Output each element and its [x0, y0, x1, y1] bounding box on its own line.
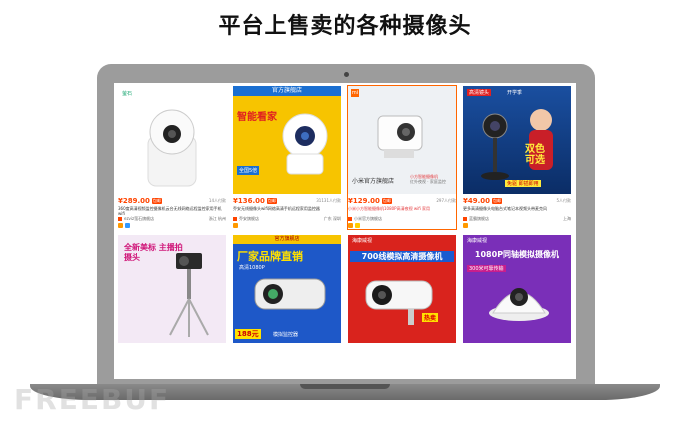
product-title[interactable]: 360度高清视频监控摄像机云台无线网络远程监控家用手机wifi	[118, 206, 226, 216]
product-image[interactable]: mi 小米官方旗舰店 小方智能摄像机 红外夜视 · 家庭监控	[348, 86, 456, 194]
promo-strip: 模拟监控器	[273, 332, 299, 338]
tripod-camera-icon	[169, 253, 209, 337]
camera-icon	[282, 113, 328, 175]
shop-icon	[233, 217, 237, 221]
product-card[interactable]: 萤石 ¥289.00 包邮 14人付款 360度高清视频监控摄像机云台无线网络远程监…	[118, 86, 226, 229]
laptop-screen: 萤石 ¥289.00 包邮 14人付款 360度高清视频监控摄像机云台无线网络远程监…	[114, 83, 576, 379]
location: 上海	[563, 216, 571, 221]
shop-name[interactable]: 蓝霸旗舰店	[469, 216, 489, 222]
watermark-logo: FREEBUF	[14, 383, 171, 416]
badge-icon	[233, 223, 238, 228]
shop-icon	[348, 217, 352, 221]
badge-icon	[125, 223, 130, 228]
sales-count: 297人付款	[436, 198, 456, 203]
product-image[interactable]: 海康威视 1080P同轴模拟摄像机 300米可靠传输	[463, 235, 571, 343]
product-image[interactable]: 萤石	[118, 86, 226, 194]
product-card[interactable]: 全新美标 主播拍摄头	[118, 235, 226, 343]
badge-icon	[348, 223, 353, 228]
shop-icon	[118, 217, 122, 221]
product-card[interactable]: 官方旗舰店 厂家品牌直销 高清1080P 188元 模拟监控器	[233, 235, 341, 343]
badge-icon	[118, 223, 123, 228]
shop-name[interactable]: ezviz萤石旗舰店	[124, 216, 154, 222]
tag-badge: 包邮	[151, 198, 162, 204]
page-title: 平台上售卖的各种摄像头	[218, 14, 472, 39]
bullet-camera-icon	[365, 280, 433, 325]
product-title[interactable]: 乔安无线摄像头wifi网络高清手机远程家用监控器	[233, 206, 341, 216]
product-title[interactable]: 更多高清摄像头电脑台式笔记本视频头带麦克风	[463, 206, 571, 216]
product-price: ¥289.00	[118, 197, 150, 205]
product-image[interactable]: 官方旗舰店 厂家品牌直销 高清1080P 188元 模拟监控器	[233, 235, 341, 343]
laptop-notch	[300, 384, 390, 389]
shop-overlay: 小米官方旗舰店	[352, 178, 395, 185]
product-caption: 小方智能摄像机 红外夜视 · 家庭监控	[410, 174, 446, 184]
badge-icon	[355, 223, 360, 228]
product-card[interactable]: 高清镜头 开学季 双色 可选 免驱 即插即用 ¥49.00 包邮 5人付款 更多高清摄…	[463, 86, 571, 229]
shop-name[interactable]: 乔安旗舰店	[239, 216, 259, 222]
product-price: ¥129.00	[348, 197, 380, 205]
product-image[interactable]: 海康威视 700线模拟高清摄像机 热卖	[348, 235, 456, 343]
ad-headline: 双色 可选	[525, 144, 545, 166]
shop-name[interactable]: 小米官方旗舰店	[354, 216, 382, 222]
tag-badge: 包邮	[266, 198, 277, 204]
product-price: ¥136.00	[233, 197, 265, 205]
badge-icon	[463, 223, 468, 228]
sales-count: 31131人付款	[316, 198, 341, 203]
price-badge: 188元	[235, 329, 261, 339]
product-image[interactable]: 全新美标 主播拍摄头	[118, 235, 226, 343]
camera-icon	[147, 109, 197, 187]
product-price: ¥49.00	[463, 197, 491, 205]
sales-count: 14人付款	[208, 198, 226, 203]
hot-badge: 热卖	[422, 313, 439, 322]
product-card[interactable]: mi 小米官方旗舰店 小方智能摄像机 红外夜视 · 家庭监控 ¥129.00 包邮 2…	[347, 85, 457, 230]
webcam-icon	[344, 72, 349, 77]
product-image[interactable]: 官方旗舰店 智能看家 全国5倍	[233, 86, 341, 194]
promo-badge: 全国5倍	[237, 166, 260, 175]
promo-strip: 免驱 即插即用	[505, 180, 541, 187]
product-card[interactable]: 官方旗舰店 智能看家 全国5倍 ¥136.00 包邮 31131人付款 乔安无线摄像…	[233, 86, 341, 229]
location: 广东 深圳	[323, 216, 341, 221]
product-card[interactable]: 海康威视 1080P同轴模拟摄像机 300米可靠传输	[463, 235, 571, 343]
product-image[interactable]: 高清镜头 开学季 双色 可选 免驱 即插即用	[463, 86, 571, 194]
bullet-camera-icon	[254, 278, 326, 310]
tag-badge: 包邮	[492, 198, 503, 204]
shop-icon	[463, 217, 467, 221]
dome-camera-icon	[489, 288, 549, 321]
product-title[interactable]: 小米小方智能摄像机1080P高清夜视 wifi 家用	[348, 206, 456, 216]
tag-badge: 包邮	[381, 198, 392, 204]
sales-count: 5人付款	[556, 198, 571, 203]
location: 浙江 杭州	[208, 216, 226, 221]
product-card[interactable]: 海康威视 700线模拟高清摄像机 热卖	[348, 235, 456, 343]
webcam-product-icon	[481, 109, 553, 180]
product-grid: 萤石 ¥289.00 包邮 14人付款 360度高清视频监控摄像机云台无线网络远程监…	[118, 85, 572, 343]
